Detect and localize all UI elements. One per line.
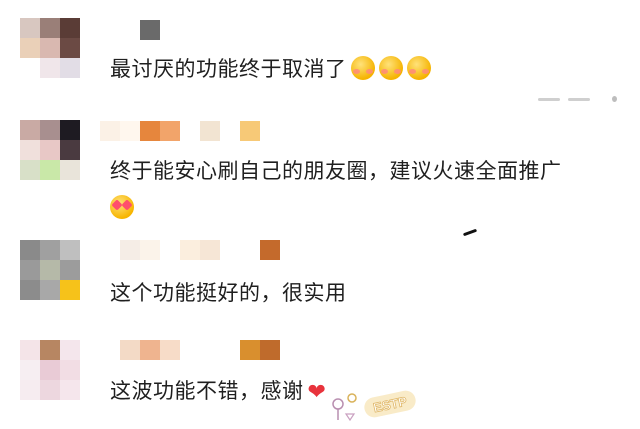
comment-text-line: 这个功能挺好的，很实用 xyxy=(110,278,347,308)
avatar-blurred[interactable] xyxy=(20,340,80,400)
comment-text: 终于能安心刷自己的朋友圈，建议火速全面推广 xyxy=(110,159,562,183)
comment-text: 这个功能挺好的，很实用 xyxy=(110,281,347,305)
stray-mark xyxy=(462,228,478,237)
username-blurred[interactable] xyxy=(100,340,280,360)
comment-text-line: 这波功能不错，感谢 ❤ xyxy=(110,376,326,408)
username-blurred[interactable] xyxy=(140,20,160,40)
username-blurred[interactable] xyxy=(100,121,260,141)
comment-emoji-line xyxy=(110,193,134,223)
comment-text: 最讨厌的功能终于取消了 xyxy=(110,57,347,81)
divider xyxy=(538,96,618,102)
avatar-blurred[interactable] xyxy=(20,120,80,180)
watermark-logo-icon: ESTP xyxy=(332,390,416,422)
comment-text: 这波功能不错，感谢 xyxy=(110,379,304,403)
username-blurred[interactable] xyxy=(100,240,280,260)
comment-text-line: 终于能安心刷自己的朋友圈，建议火速全面推广 xyxy=(110,156,562,186)
estp-watermark: ESTP xyxy=(328,374,424,424)
comment-text-line: 最讨厌的功能终于取消了 xyxy=(110,54,431,84)
red-heart-emoji: ❤ xyxy=(307,380,327,405)
flushed-face-emoji xyxy=(350,56,375,80)
heart-eyes-emoji xyxy=(110,195,134,219)
avatar-blurred[interactable] xyxy=(20,240,80,300)
flushed-face-emoji xyxy=(406,56,431,80)
avatar-blurred[interactable] xyxy=(20,18,80,78)
flushed-face-emoji xyxy=(378,56,403,80)
